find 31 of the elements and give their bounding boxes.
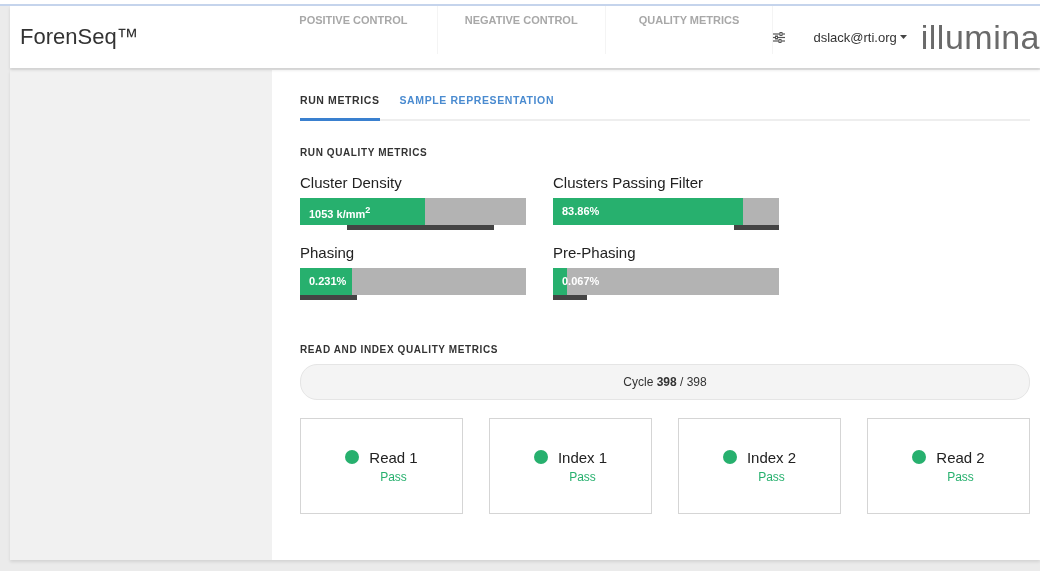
metric-label: Phasing (300, 244, 356, 261)
tab[interactable]: SAMPLE REPRESENTATION (399, 90, 555, 121)
read-name: Index 1 (557, 448, 608, 466)
settings-icon[interactable] (773, 31, 786, 43)
cycle-text: Cycle 398 / 398 (623, 375, 707, 389)
read-name: Index 2 (746, 448, 797, 466)
company-logo: illumina (920, 17, 1040, 57)
faded-tab[interactable]: QUALITY METRICS (605, 6, 774, 54)
metric-value: 1053 k/mm$^{2}$ (309, 205, 371, 220)
tab[interactable]: RUN METRICS (300, 90, 380, 121)
read-status: Pass (380, 469, 407, 484)
user-menu[interactable]: dslack@rti.org (813, 29, 907, 45)
caret-icon (899, 35, 907, 39)
target-range-bar (553, 295, 587, 300)
read-name: Read 2 (936, 448, 985, 466)
section-heading: RUN QUALITY METRICS (300, 147, 429, 158)
metric-label: Pre-Phasing (553, 244, 637, 261)
metric-label: Cluster Density (300, 174, 403, 191)
target-range-bar (733, 225, 779, 230)
section-heading: READ AND INDEX QUALITY METRICS (300, 344, 499, 355)
read-status: Pass (758, 469, 785, 484)
read-status: Pass (569, 469, 596, 484)
metric-label: Clusters Passing Filter (553, 174, 705, 191)
brand-logo: ForenSeq™ (20, 24, 140, 50)
metric-value: 0.231% (309, 275, 347, 287)
read-name: Read 1 (369, 448, 418, 466)
faded-tab[interactable]: POSITIVE CONTROL (270, 6, 438, 54)
metric-value: 83.86% (562, 205, 600, 217)
faded-tab[interactable]: NEGATIVE CONTROL (437, 6, 606, 54)
read-status: Pass (947, 469, 974, 484)
target-range-bar (300, 295, 357, 300)
